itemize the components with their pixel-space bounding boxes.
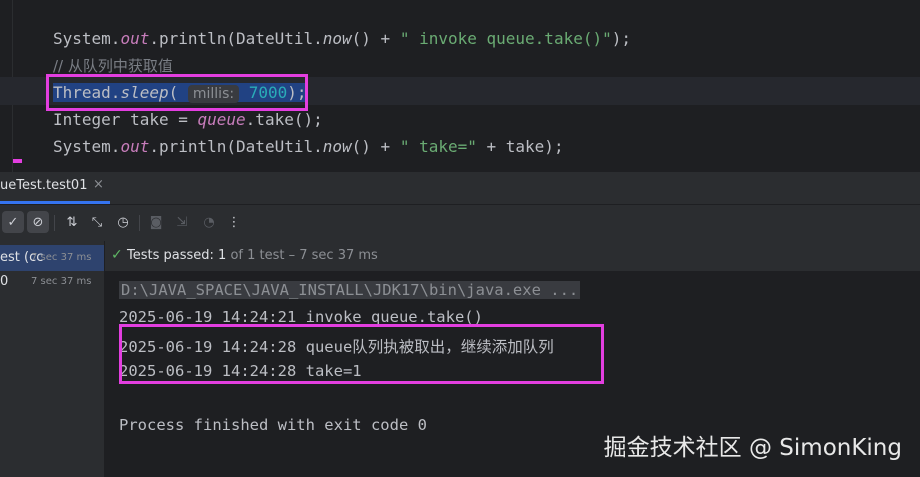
- more-icon[interactable]: ⋮: [223, 211, 245, 233]
- toolbar-divider: [139, 215, 140, 231]
- tree-item-test-method[interactable]: 0 7 sec 37 ms: [0, 269, 104, 295]
- toolbar-divider: [54, 215, 55, 231]
- test-duration: 7 sec 37 ms: [31, 252, 92, 263]
- close-icon[interactable]: ×: [93, 177, 104, 192]
- code-line-1[interactable]: System.out.println(DateUtil.now() + " in…: [53, 25, 631, 52]
- status-text: Tests passed: 1 of 1 test – 7 sec 37 ms: [127, 248, 378, 263]
- sort-icon[interactable]: ⇅: [61, 211, 83, 233]
- tab-run-config[interactable]: ueTest.test01: [0, 178, 87, 193]
- run-tab-bar: ueTest.test01 ×: [0, 172, 920, 205]
- change-marker: [13, 159, 22, 163]
- code-line-5[interactable]: System.out.println(DateUtil.now() + " ta…: [53, 133, 564, 160]
- check-icon[interactable]: ✓: [2, 211, 24, 233]
- console-line: Process finished with exit code 0: [119, 416, 427, 434]
- test-duration: 7 sec 37 ms: [31, 276, 92, 287]
- check-icon: ✓: [111, 247, 123, 263]
- history-icon[interactable]: ◷: [112, 211, 134, 233]
- stop-icon[interactable]: ⊘: [27, 211, 49, 233]
- code-editor[interactable]: System.out.println(DateUtil.now() + " in…: [0, 0, 920, 172]
- output-highlight-box: [119, 324, 604, 384]
- tree-item-test-class[interactable]: est (cc 7 sec 37 ms: [0, 245, 104, 271]
- test-status-bar: ✓ Tests passed: 1 of 1 test – 7 sec 37 m…: [105, 241, 920, 271]
- collapse-icon[interactable]: ⤡: [86, 211, 108, 233]
- console-line: D:\JAVA_SPACE\JAVA_INSTALL\JDK17\bin\jav…: [119, 281, 581, 299]
- run-toolbar: ✓ ⊘ ⇅ ⤡ ◷ ◙ ⇲ ◔ ⋮: [0, 205, 920, 241]
- camera-icon[interactable]: ◙: [145, 211, 167, 233]
- export-icon[interactable]: ⇲: [171, 211, 193, 233]
- active-tab-indicator: [0, 201, 110, 204]
- gauge-icon[interactable]: ◔: [198, 211, 220, 233]
- sleep-highlight-box: [46, 74, 308, 111]
- watermark: 掘金技术社区 @ SimonKing: [603, 435, 902, 461]
- test-tree: est (cc 7 sec 37 ms 0 7 sec 37 ms: [0, 241, 105, 477]
